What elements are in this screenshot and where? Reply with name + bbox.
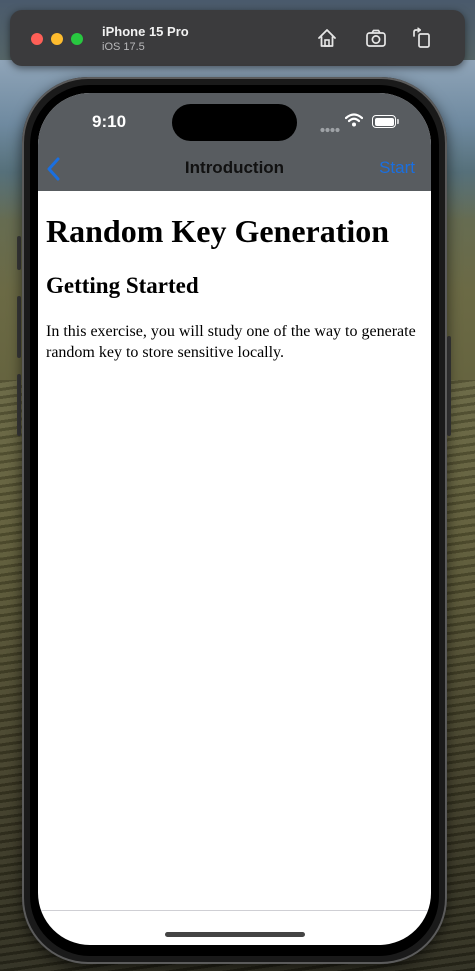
screenshot-icon[interactable] [365, 27, 387, 49]
close-window-button[interactable] [31, 33, 43, 45]
nav-title: Introduction [184, 158, 285, 177]
battery-icon [372, 115, 396, 128]
status-time: 9:10 [92, 112, 127, 131]
battery-level [374, 117, 394, 126]
device-screen: 9:10 Introduction Start Random Key Gener… [38, 93, 431, 945]
intro-paragraph: In this exercise, you will study one of … [46, 323, 416, 361]
home-icon[interactable] [316, 27, 338, 49]
volume-up-button [17, 296, 21, 358]
device-name: iPhone 15 Pro [102, 24, 189, 39]
simulator-toolbar: iPhone 15 Pro iOS 17.5 [10, 10, 465, 66]
cellular-signal-icon [320, 120, 340, 138]
bottom-divider [38, 910, 431, 911]
section-heading: Getting Started [46, 273, 199, 298]
rotate-icon[interactable] [411, 27, 433, 49]
page-heading: Random Key Generation [46, 213, 390, 249]
os-version: iOS 17.5 [102, 41, 145, 53]
dynamic-island [172, 104, 297, 141]
volume-down-button [17, 374, 21, 436]
zoom-window-button[interactable] [71, 33, 83, 45]
start-button[interactable]: Start [379, 158, 415, 178]
power-button [447, 336, 451, 436]
home-indicator[interactable] [165, 932, 305, 937]
minimize-window-button[interactable] [51, 33, 63, 45]
action-button [17, 236, 21, 270]
wifi-icon [344, 113, 364, 132]
battery-tip [397, 119, 399, 124]
